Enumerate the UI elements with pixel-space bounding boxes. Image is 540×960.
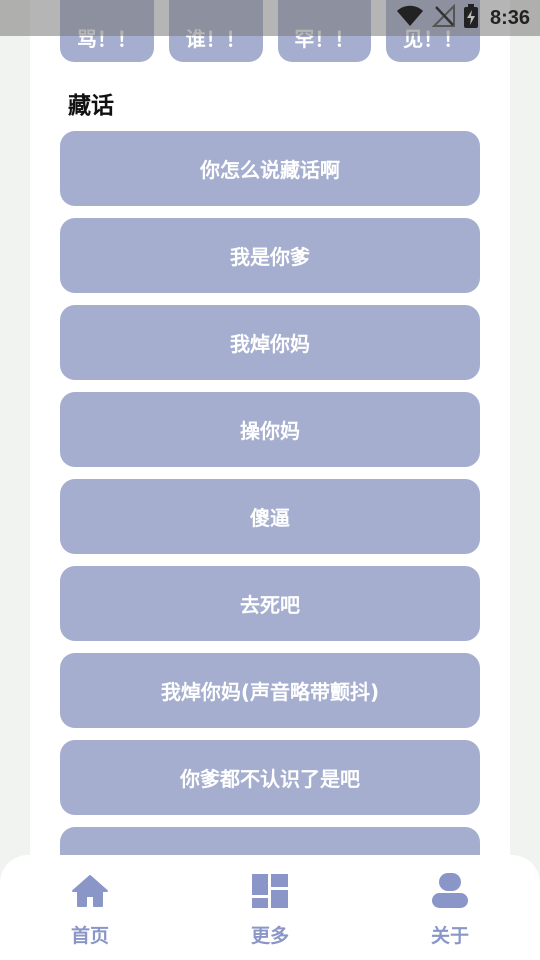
nav-item-about[interactable]: 关于 — [400, 871, 500, 951]
app-screen: 骂！！ 谁！！ 罕！！ 见！！ 8:36 藏话 你怎么说藏话啊 我是你爹 我焯你… — [0, 0, 540, 960]
nav-label-home: 首页 — [70, 925, 109, 947]
phrase-button[interactable]: 我是你爹 — [60, 218, 480, 293]
phrase-button[interactable]: 操你妈 — [60, 392, 480, 467]
nav-label-more: 更多 — [250, 925, 289, 947]
phrase-button[interactable]: 去死吧 — [60, 566, 480, 641]
no-signal-icon — [431, 3, 456, 32]
nav-item-more[interactable]: 更多 — [220, 871, 320, 951]
phrase-list: 你怎么说藏话啊 我是你爹 我焯你妈 操你妈 傻逼 去死吧 我焯你妈(声音略带颤抖… — [60, 131, 480, 914]
battery-charging-icon — [463, 4, 478, 32]
phrase-button[interactable]: 你怎么说藏话啊 — [60, 131, 480, 206]
phrase-button[interactable]: 傻逼 — [60, 479, 480, 554]
nav-item-home[interactable]: 首页 — [40, 871, 140, 951]
section-title: 藏话 — [68, 93, 114, 119]
status-bar: 8:36 — [0, 0, 540, 36]
person-icon — [430, 871, 470, 911]
status-time: 8:36 — [489, 6, 530, 29]
phrase-button[interactable]: 我焯你妈(声音略带颤抖) — [60, 653, 480, 728]
phrase-button[interactable]: 我焯你妈 — [60, 305, 480, 380]
phrase-button[interactable]: 你爹都不认识了是吧 — [60, 740, 480, 815]
bottom-navigation: 首页 更多 关于 — [0, 855, 540, 960]
wifi-icon — [396, 5, 424, 31]
dashboard-icon — [250, 871, 290, 911]
home-icon — [70, 871, 110, 911]
nav-label-about: 关于 — [430, 925, 469, 947]
